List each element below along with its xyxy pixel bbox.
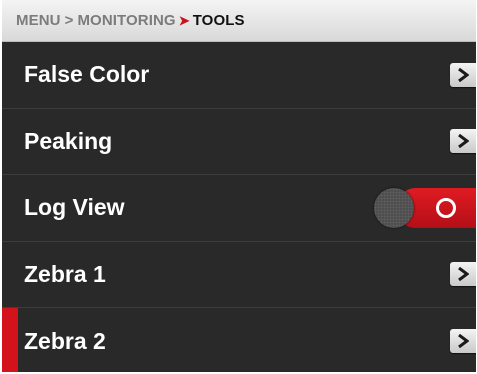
menu-item-zebra-2[interactable]: Zebra 2 — [2, 308, 476, 372]
toggle-knob[interactable] — [374, 187, 414, 228]
log-view-toggle[interactable] — [374, 187, 476, 228]
breadcrumb-tools: TOOLS — [192, 12, 245, 29]
breadcrumb-monitoring[interactable]: MONITORING — [77, 12, 175, 29]
breadcrumb: MENU > MONITORING ➤ TOOLS — [2, 0, 476, 42]
menu-item-log-view[interactable]: Log View — [2, 175, 476, 242]
selection-indicator — [2, 308, 18, 372]
menu-item-peaking[interactable]: Peaking — [2, 108, 476, 175]
chevron-right-icon[interactable] — [450, 329, 476, 354]
breadcrumb-separator: > — [64, 12, 74, 29]
breadcrumb-menu[interactable]: MENU — [16, 12, 61, 29]
chevron-right-icon[interactable] — [450, 62, 476, 87]
menu-item-false-color[interactable]: False Color — [2, 42, 476, 109]
menu-item-label: Zebra 2 — [24, 327, 106, 354]
monitoring-tools-screen: MENU > MONITORING ➤ TOOLS False Color Pe… — [2, 0, 476, 372]
menu-item-label: Peaking — [24, 127, 113, 154]
chevron-right-icon[interactable] — [450, 129, 476, 154]
chevron-right-icon[interactable] — [450, 262, 476, 287]
menu-item-label: Zebra 1 — [24, 260, 106, 287]
menu-item-label: False Color — [24, 61, 150, 88]
breadcrumb-current-arrow-icon: ➤ — [178, 12, 190, 28]
toggle-on-icon — [436, 197, 456, 218]
menu-list: False Color Peaking Log View Zebra 1 Zeb… — [2, 42, 476, 372]
menu-item-zebra-1[interactable]: Zebra 1 — [2, 241, 476, 308]
